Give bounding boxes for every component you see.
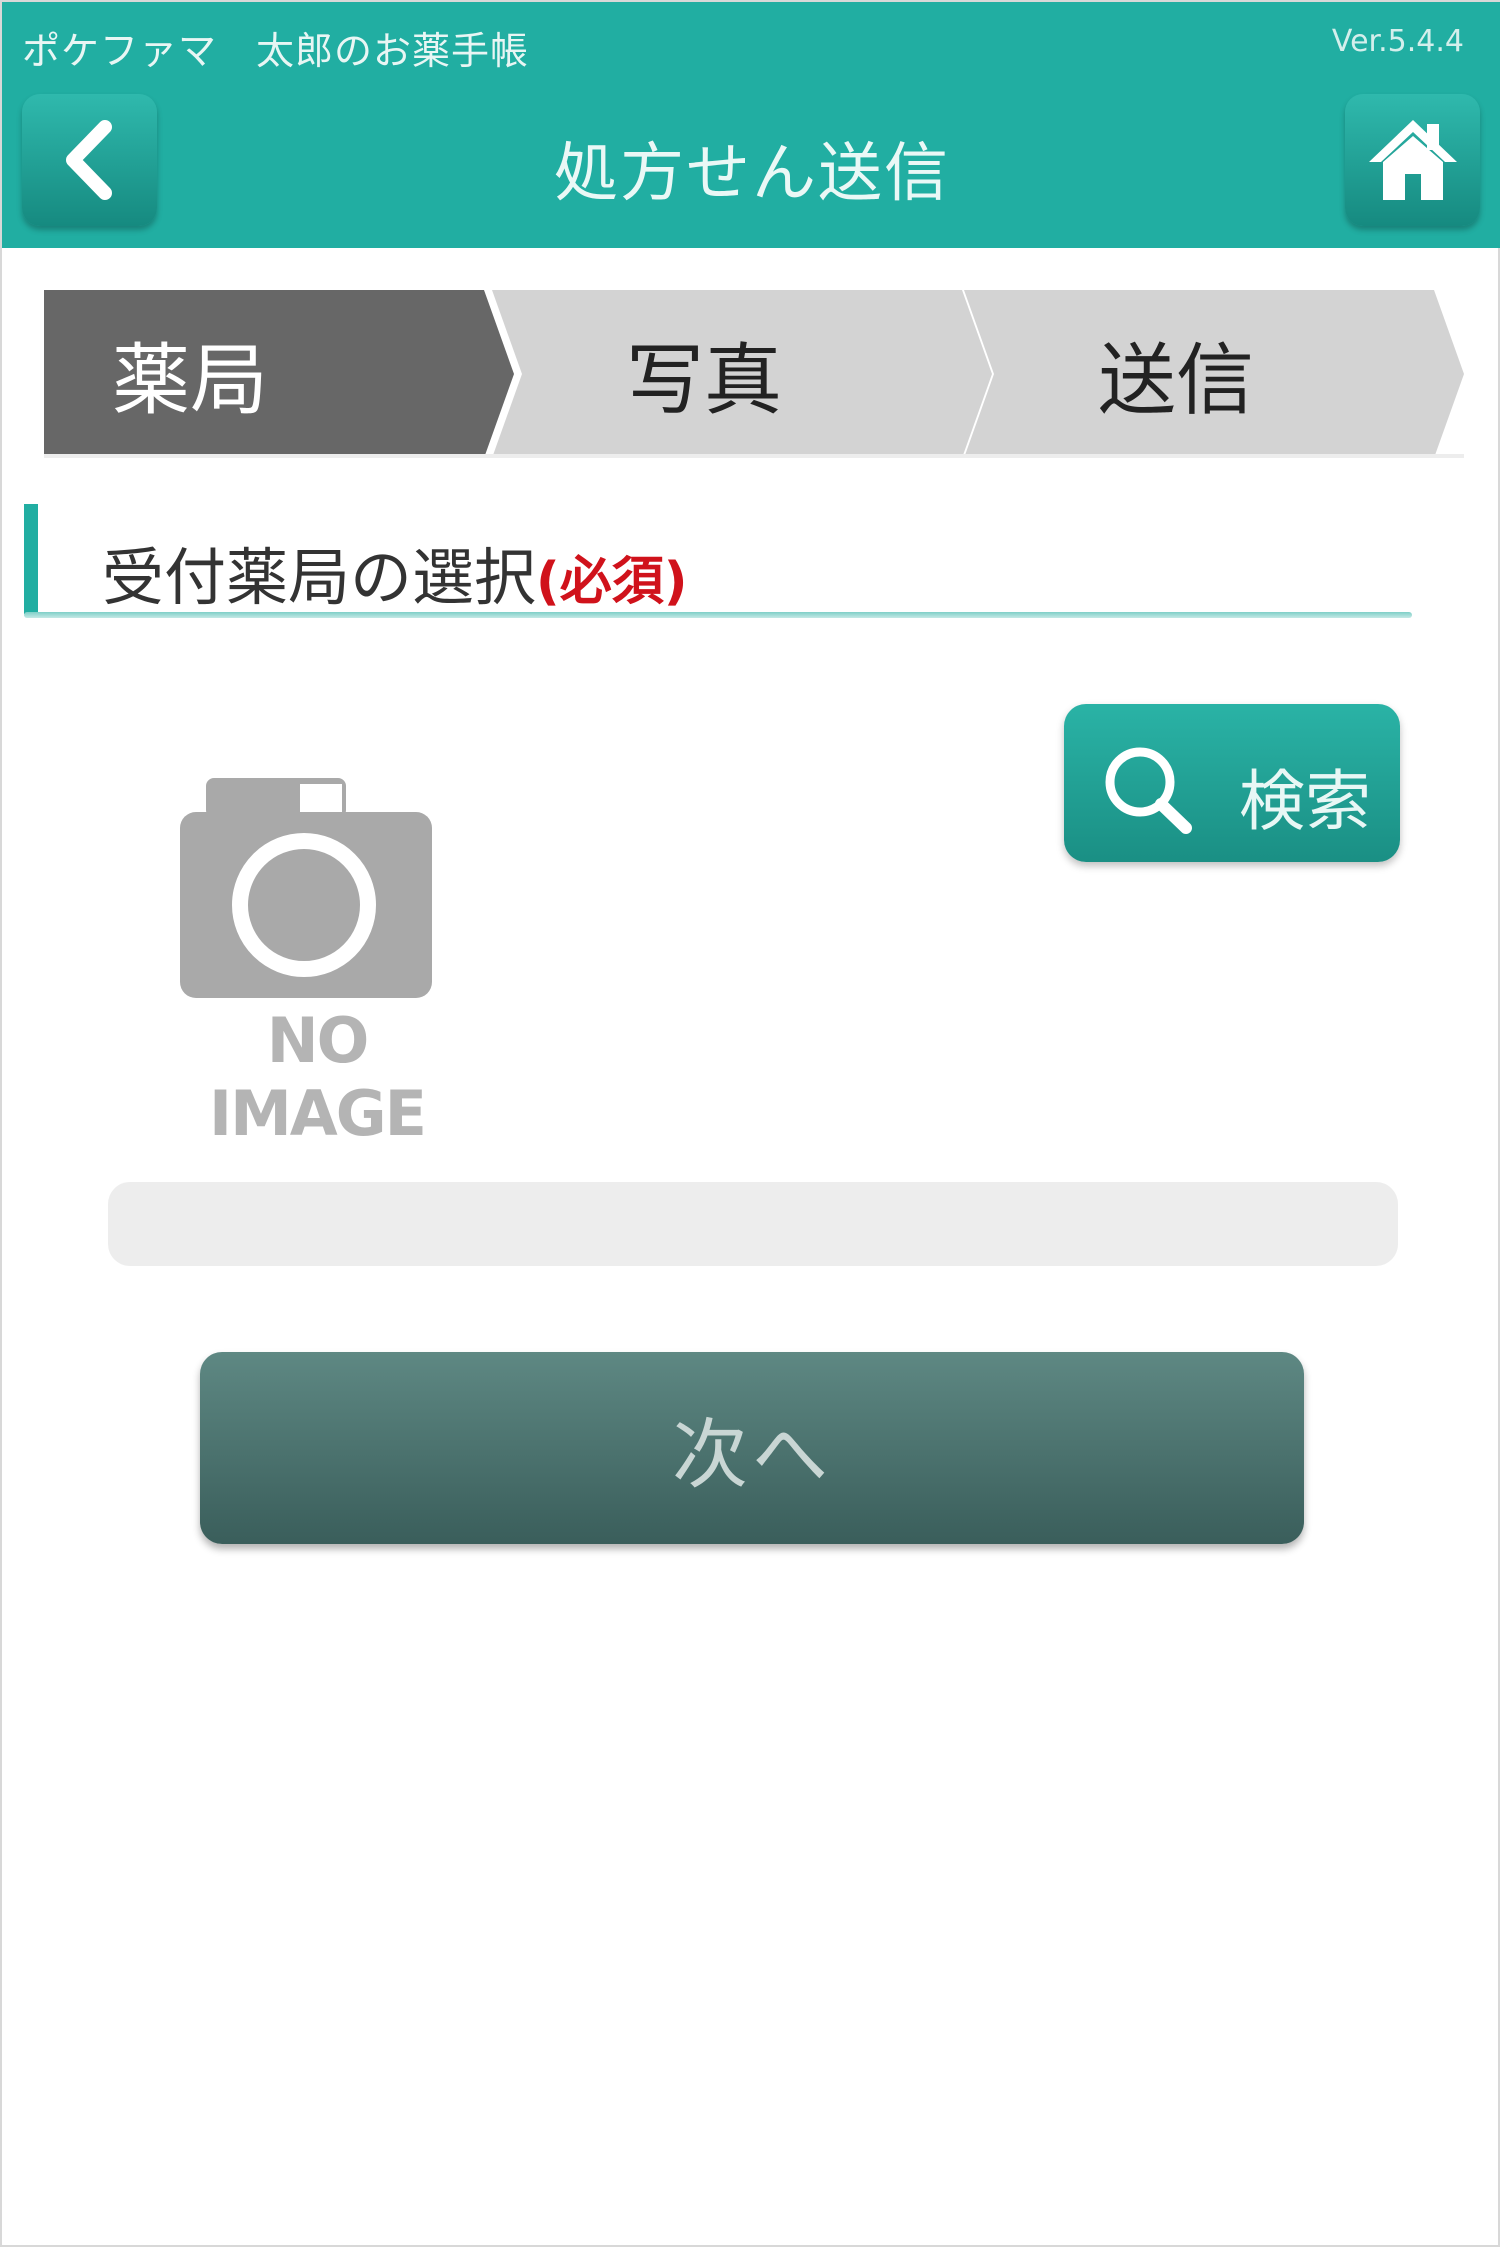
home-icon: [1368, 120, 1457, 200]
step-pharmacy: 薬局: [44, 290, 514, 458]
step-label: 薬局: [112, 336, 269, 426]
app-header: ポケファマ 太郎のお薬手帳 Ver.5.4.4 処方せん送信: [2, 2, 1500, 248]
home-button[interactable]: [1345, 94, 1480, 226]
search-label: 検索: [1239, 763, 1371, 840]
stepper-divider: [44, 454, 1464, 458]
app-name: ポケファマ 太郎のお薬手帳: [22, 29, 530, 73]
app-screen: ポケファマ 太郎のお薬手帳 Ver.5.4.4 処方せん送信 薬局 写真 送信: [0, 0, 1500, 2247]
step-label: 写真: [626, 336, 783, 426]
next-button[interactable]: 次へ: [200, 1352, 1304, 1544]
next-button-label: 次へ: [672, 1410, 832, 1499]
search-icon: [1105, 747, 1192, 834]
section-heading: 受付薬局の選択(必須): [102, 527, 688, 617]
camera-icon: [180, 778, 432, 998]
progress-stepper: 薬局 写真 送信: [44, 290, 1464, 458]
section-divider: [24, 612, 1412, 618]
no-image-label: NO IMAGE: [209, 1004, 427, 1150]
pharmacy-name-field: [108, 1182, 1398, 1266]
required-badge: (必須): [536, 552, 688, 612]
step-photo: 写真: [492, 290, 992, 458]
page-title: 処方せん送信: [554, 137, 950, 211]
section-accent-bar: [24, 504, 38, 614]
step-send: 送信: [964, 290, 1464, 458]
search-button[interactable]: 検索: [1064, 704, 1400, 862]
step-label: 送信: [1098, 336, 1255, 426]
section-title: 受付薬局の選択: [102, 541, 537, 614]
app-version: Ver.5.4.4: [1331, 24, 1464, 59]
